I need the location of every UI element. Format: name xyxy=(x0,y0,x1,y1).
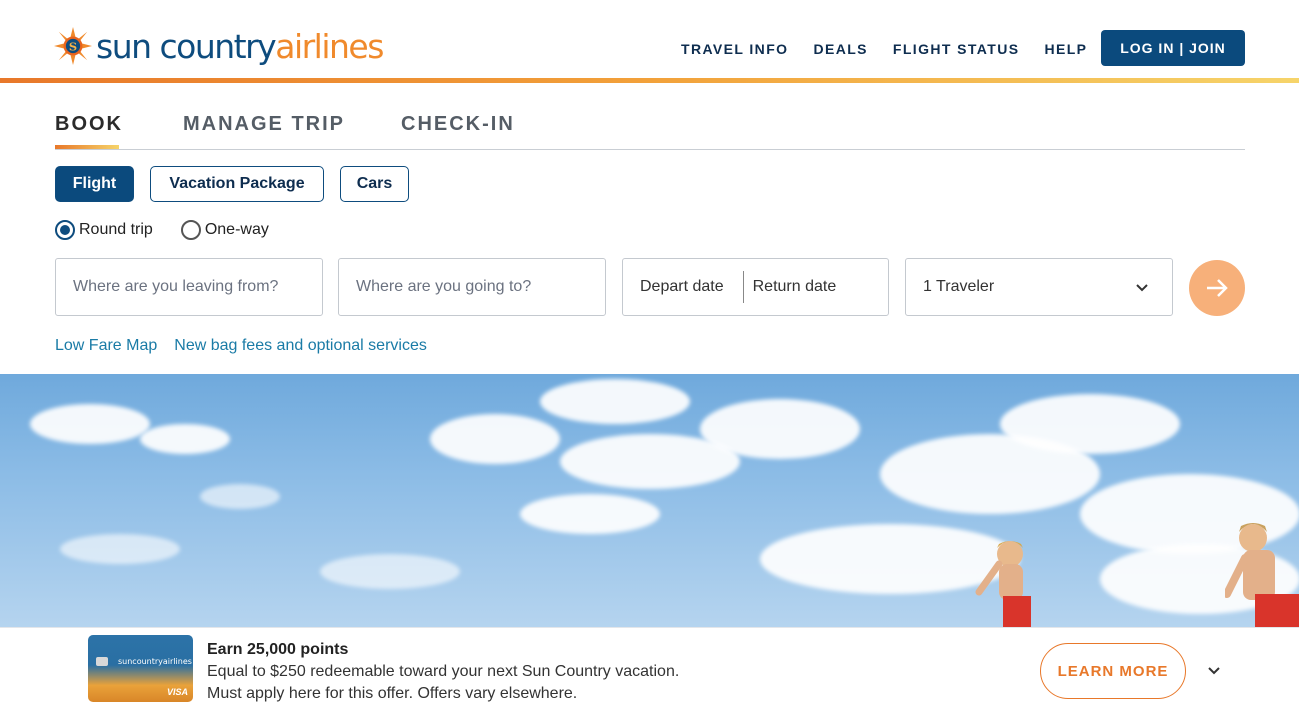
active-tab-indicator xyxy=(55,145,119,149)
child-figure-left xyxy=(975,541,1031,627)
travelers-value: 1 Traveler xyxy=(923,278,995,295)
logo-word-suncountry: sun country xyxy=(96,26,277,66)
radio-one-way[interactable] xyxy=(180,220,201,240)
hero-image xyxy=(0,374,1299,627)
svg-text:S: S xyxy=(69,39,77,53)
tab-check-in[interactable]: CHECK-IN xyxy=(401,113,515,136)
nav-travel-info[interactable]: TRAVEL INFO xyxy=(681,41,788,57)
destination-input[interactable]: Where are you going to? xyxy=(338,258,606,316)
nav-deals[interactable]: DEALS xyxy=(813,41,867,57)
date-range-field[interactable]: Depart date Return date xyxy=(622,258,889,316)
radio-round-trip[interactable] xyxy=(55,220,75,240)
child-figure-right xyxy=(1225,523,1299,627)
promo-title: Earn 25,000 points xyxy=(207,641,349,658)
mode-flight-button[interactable]: Flight xyxy=(55,166,134,202)
bag-fees-link[interactable]: New bag fees and optional services xyxy=(174,337,427,355)
origin-input[interactable]: Where are you leaving from? xyxy=(55,258,323,316)
booking-tabs: BOOK MANAGE TRIP CHECK-IN xyxy=(55,113,1245,150)
arrow-right-icon xyxy=(1207,279,1228,297)
search-submit-button[interactable] xyxy=(1189,260,1245,316)
depart-date-label[interactable]: Depart date xyxy=(640,278,724,296)
card-brand-text: suncountryairlines xyxy=(118,657,192,666)
sun-country-logo[interactable]: S sun countryairlines xyxy=(54,26,384,66)
login-join-button[interactable]: LOG IN | JOIN xyxy=(1101,30,1245,66)
return-date-label[interactable]: Return date xyxy=(753,278,837,296)
promo-line-2: Must apply here for this offer. Offers v… xyxy=(207,685,578,702)
booking-links: Low Fare Map New bag fees and optional s… xyxy=(55,337,444,355)
chevron-down-icon[interactable] xyxy=(1206,663,1222,679)
header-gradient-bar xyxy=(0,78,1299,83)
label-one-way[interactable]: One-way xyxy=(205,221,269,239)
credit-card-image[interactable]: suncountryairlines VISA xyxy=(88,635,193,702)
sun-logo-icon: S xyxy=(54,27,92,65)
label-round-trip[interactable]: Round trip xyxy=(79,221,153,239)
card-chip-icon xyxy=(96,657,108,666)
learn-more-button[interactable]: LEARN MORE xyxy=(1040,643,1186,699)
travelers-select[interactable]: 1 Traveler xyxy=(905,258,1173,316)
credit-card-promo-bar: suncountryairlines VISA Earn 25,000 poin… xyxy=(0,627,1299,712)
tab-manage-trip[interactable]: MANAGE TRIP xyxy=(183,113,345,136)
mode-vacation-package-button[interactable]: Vacation Package xyxy=(150,166,324,202)
low-fare-map-link[interactable]: Low Fare Map xyxy=(55,337,157,355)
date-divider xyxy=(742,271,744,303)
tab-book[interactable]: BOOK xyxy=(55,113,123,136)
visa-logo: VISA xyxy=(166,687,188,697)
logo-word-airlines: airlines xyxy=(275,26,384,66)
nav-help[interactable]: HELP xyxy=(1044,41,1087,57)
main-nav: TRAVEL INFO DEALS FLIGHT STATUS HELP xyxy=(681,41,1112,57)
site-header: S sun countryairlines TRAVEL INFO DEALS … xyxy=(0,0,1299,83)
promo-line-1: Equal to $250 redeemable toward your nex… xyxy=(207,663,680,680)
trip-type-group: Round trip One-way xyxy=(55,220,269,240)
mode-cars-button[interactable]: Cars xyxy=(340,166,409,202)
nav-flight-status[interactable]: FLIGHT STATUS xyxy=(893,41,1020,57)
chevron-down-icon xyxy=(1136,284,1148,292)
